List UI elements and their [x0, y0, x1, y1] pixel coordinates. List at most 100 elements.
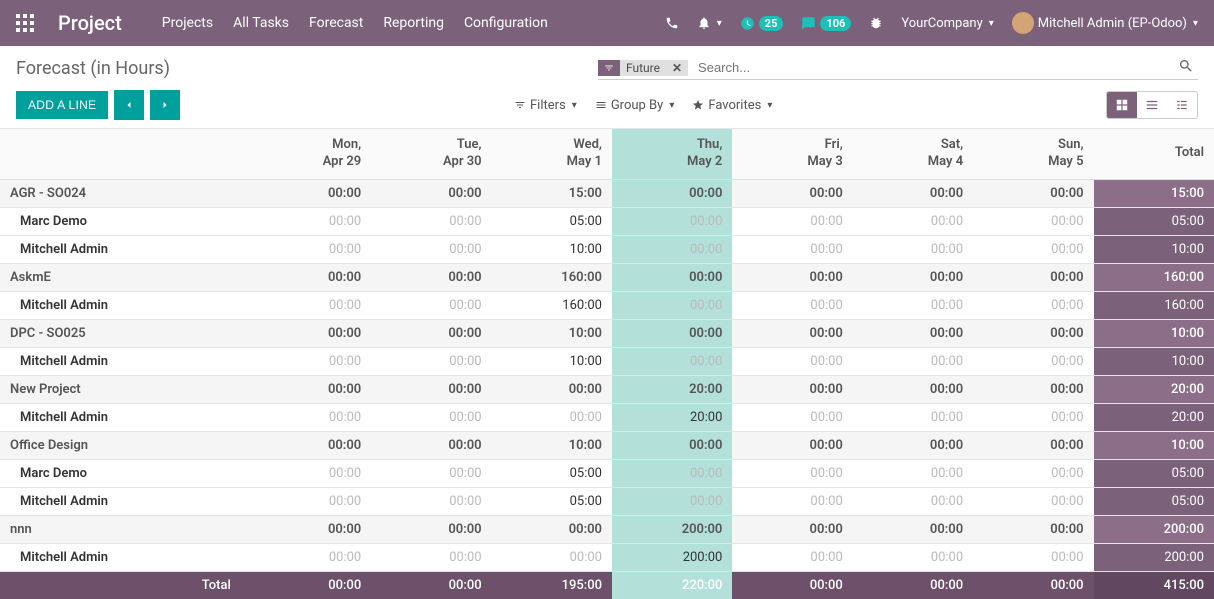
grid-cell[interactable]: 00:00 [973, 459, 1093, 487]
grid-cell[interactable]: 10:00 [492, 235, 612, 263]
grid-cell[interactable]: 00:00 [371, 459, 491, 487]
grid-cell[interactable]: 160:00 [492, 291, 612, 319]
grid-cell[interactable]: 00:00 [973, 291, 1093, 319]
grid-cell[interactable]: 00:00 [251, 207, 371, 235]
bug-icon[interactable] [869, 16, 883, 30]
nav-configuration[interactable]: Configuration [464, 15, 548, 31]
grid-cell[interactable]: 00:00 [492, 403, 612, 431]
section-total: 15:00 [1094, 179, 1214, 207]
grid-cell[interactable]: 00:00 [371, 235, 491, 263]
grid-cell[interactable]: 00:00 [251, 487, 371, 515]
section-row[interactable]: DPC - SO02500:0000:0010:0000:0000:0000:0… [0, 319, 1214, 347]
grid-cell[interactable]: 00:00 [853, 543, 973, 571]
section-row[interactable]: New Project00:0000:0000:0020:0000:0000:0… [0, 375, 1214, 403]
grid-cell[interactable]: 05:00 [492, 207, 612, 235]
grid-cell[interactable]: 00:00 [612, 459, 732, 487]
user-menu[interactable]: Mitchell Admin (EP-Odoo)▾ [1012, 12, 1198, 34]
grid-cell[interactable]: 05:00 [492, 487, 612, 515]
grid-cell[interactable]: 00:00 [251, 459, 371, 487]
grid-cell[interactable]: 00:00 [732, 291, 852, 319]
bell-icon[interactable]: ▾ [697, 16, 722, 30]
grid-cell[interactable]: 20:00 [612, 403, 732, 431]
grid-cell[interactable]: 00:00 [612, 347, 732, 375]
row-label[interactable]: Mitchell Admin [0, 543, 251, 571]
col-header: Wed,May 1 [492, 129, 612, 179]
grid-cell[interactable]: 00:00 [732, 403, 852, 431]
next-period-button[interactable] [150, 90, 180, 120]
grid-cell[interactable]: 00:00 [973, 207, 1093, 235]
grid-cell[interactable]: 00:00 [973, 487, 1093, 515]
grid-cell[interactable]: 00:00 [853, 403, 973, 431]
row-label[interactable]: Marc Demo [0, 459, 251, 487]
grid-cell[interactable]: 00:00 [492, 543, 612, 571]
grid-cell[interactable]: 00:00 [371, 487, 491, 515]
grid-cell[interactable]: 200:00 [612, 543, 732, 571]
nav-all-tasks[interactable]: All Tasks [233, 15, 289, 31]
grid-cell[interactable]: 00:00 [732, 235, 852, 263]
grid-cell[interactable]: 00:00 [732, 459, 852, 487]
section-cell: 00:00 [732, 431, 852, 459]
grid-cell[interactable]: 00:00 [251, 235, 371, 263]
grid-cell[interactable]: 10:00 [492, 347, 612, 375]
nav-projects[interactable]: Projects [162, 15, 213, 31]
grid-cell[interactable]: 00:00 [853, 347, 973, 375]
grid-cell[interactable]: 05:00 [492, 459, 612, 487]
grid-cell[interactable]: 00:00 [732, 543, 852, 571]
company-switcher[interactable]: YourCompany▾ [901, 16, 993, 31]
nav-reporting[interactable]: Reporting [383, 15, 444, 31]
grid-cell[interactable]: 00:00 [612, 207, 732, 235]
grid-cell[interactable]: 00:00 [612, 235, 732, 263]
section-row[interactable]: AGR - SO02400:0000:0015:0000:0000:0000:0… [0, 179, 1214, 207]
grid-cell[interactable]: 00:00 [732, 347, 852, 375]
row-label[interactable]: Marc Demo [0, 207, 251, 235]
grid-cell[interactable]: 00:00 [251, 543, 371, 571]
grid-cell[interactable]: 00:00 [732, 207, 852, 235]
nav-forecast[interactable]: Forecast [309, 15, 363, 31]
row-label[interactable]: Mitchell Admin [0, 291, 251, 319]
grid-cell[interactable]: 00:00 [973, 403, 1093, 431]
grid-cell[interactable]: 00:00 [853, 487, 973, 515]
grid-cell[interactable]: 00:00 [251, 347, 371, 375]
grid-cell[interactable]: 00:00 [612, 291, 732, 319]
grid-cell[interactable]: 00:00 [371, 543, 491, 571]
filters-dropdown[interactable]: Filters▾ [514, 98, 577, 113]
row-label[interactable]: Mitchell Admin [0, 487, 251, 515]
favorites-dropdown[interactable]: Favorites▾ [692, 98, 772, 113]
grid-cell[interactable]: 00:00 [371, 291, 491, 319]
grid-cell[interactable]: 00:00 [371, 403, 491, 431]
phone-icon[interactable] [665, 16, 679, 30]
section-row[interactable]: nnn00:0000:0000:00200:0000:0000:0000:002… [0, 515, 1214, 543]
grid-cell[interactable]: 00:00 [853, 235, 973, 263]
section-row[interactable]: AskmE00:0000:00160:0000:0000:0000:0000:0… [0, 263, 1214, 291]
view-list[interactable] [1137, 92, 1167, 118]
grid-cell[interactable]: 00:00 [251, 291, 371, 319]
grid-cell[interactable]: 00:00 [732, 487, 852, 515]
grid-cell[interactable]: 00:00 [371, 347, 491, 375]
row-label[interactable]: Mitchell Admin [0, 235, 251, 263]
discuss-icon[interactable]: 106 [801, 16, 851, 31]
grid-cell[interactable]: 00:00 [853, 459, 973, 487]
groupby-dropdown[interactable]: Group By▾ [595, 98, 675, 113]
grid-cell[interactable]: 00:00 [251, 403, 371, 431]
view-kanban[interactable] [1167, 92, 1197, 118]
add-line-button[interactable]: ADD A LINE [16, 91, 108, 119]
apps-icon[interactable] [16, 14, 34, 32]
section-row[interactable]: Office Design00:0000:0010:0000:0000:0000… [0, 431, 1214, 459]
facet-remove[interactable]: ✕ [666, 61, 688, 75]
grid-cell[interactable]: 00:00 [371, 207, 491, 235]
grid-cell[interactable]: 00:00 [612, 487, 732, 515]
row-label[interactable]: Mitchell Admin [0, 403, 251, 431]
grid-cell[interactable]: 00:00 [853, 291, 973, 319]
view-grid[interactable] [1107, 92, 1137, 118]
activity-icon[interactable]: 25 [740, 16, 784, 31]
grid-cell[interactable]: 00:00 [973, 543, 1093, 571]
search-input[interactable] [694, 56, 1174, 79]
grid-cell[interactable]: 00:00 [973, 347, 1093, 375]
search-icon[interactable] [1174, 58, 1198, 78]
grid-cell[interactable]: 00:00 [973, 235, 1093, 263]
section-cell: 00:00 [973, 375, 1093, 403]
grid-cell[interactable]: 00:00 [853, 207, 973, 235]
section-cell: 00:00 [853, 179, 973, 207]
prev-period-button[interactable] [114, 90, 144, 120]
row-label[interactable]: Mitchell Admin [0, 347, 251, 375]
